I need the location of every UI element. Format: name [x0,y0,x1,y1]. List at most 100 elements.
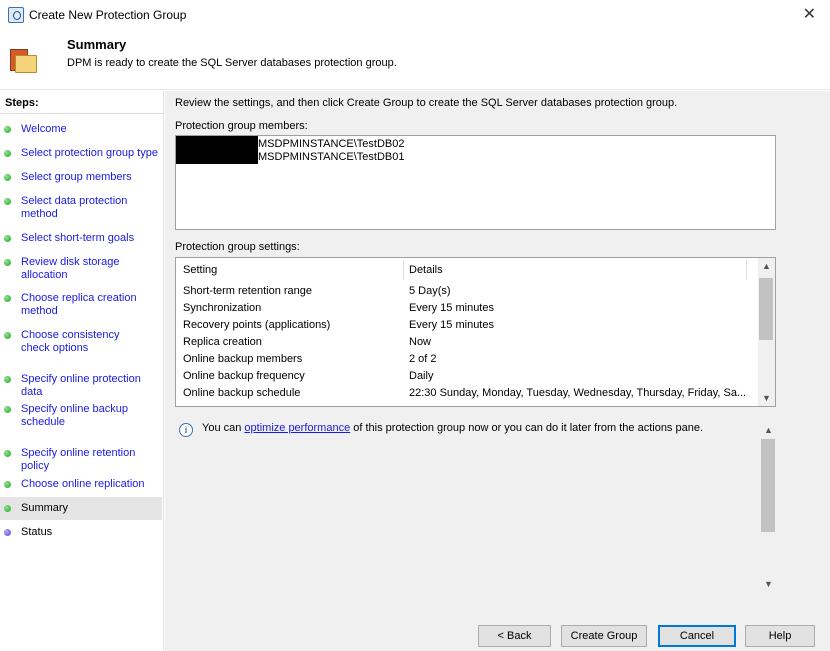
window-title: Create New Protection Group [29,8,187,22]
table-row[interactable]: Online backup members 2 of 2 [176,351,758,368]
table-row[interactable]: Synchronization Every 15 minutes [176,300,758,317]
steps-title: Steps: [5,97,39,109]
step-complete-icon [4,406,11,413]
step-label: Welcome [21,123,67,135]
step-specify-online-retention-policy[interactable]: Specify online retention policy [0,447,164,473]
setting-name: Online backup members [183,353,303,365]
setting-name: Replica creation [183,336,262,348]
main-panel: Review the settings, and then click Crea… [165,91,830,651]
redacted-server-name [176,136,258,164]
step-select-data-protection-method[interactable]: Select data protection method [0,195,140,221]
step-complete-icon [4,235,11,242]
step-specify-online-protection-data[interactable]: Specify online protection data [0,373,164,399]
step-complete-icon [4,376,11,383]
members-label: Protection group members: [175,120,308,132]
step-choose-online-replication[interactable]: Choose online replication [0,478,162,491]
step-label: Summary [21,502,69,514]
step-complete-icon [4,332,11,339]
step-complete-icon [4,126,11,133]
step-select-group-members[interactable]: Select group members [0,171,162,184]
step-complete-icon [4,481,11,488]
cancel-button[interactable]: Cancel [658,625,736,647]
info-text-prefix: You can [202,422,245,434]
step-label: Status [21,526,53,538]
step-label: Specify online backup schedule [21,403,129,428]
info-scrollbar[interactable]: ▲ ▼ [760,425,777,589]
back-button[interactable]: < Back [478,625,551,647]
table-row[interactable]: Online backup frequency Daily [176,368,758,385]
steps-sidebar: Steps: Welcome Select protection group t… [0,91,164,651]
scroll-up-icon[interactable]: ▲ [760,425,777,435]
member-item[interactable]: MSDPMINSTANCE\TestDB01 [258,151,405,163]
setting-details: Now [409,336,432,348]
help-button[interactable]: Help [745,625,815,647]
step-label: Choose online replication [21,478,145,490]
column-header-details[interactable]: Details [409,258,443,282]
setting-details: Every 15 minutes [409,302,494,314]
step-complete-icon [4,198,11,205]
steps-divider [0,113,164,114]
review-instructions: Review the settings, and then click Crea… [175,97,678,109]
step-complete-icon [4,505,11,512]
info-icon: i [179,423,193,437]
setting-details: Daily [409,370,434,382]
optimize-performance-link[interactable]: optimize performance [244,422,350,434]
member-item[interactable]: MSDPMINSTANCE\TestDB02 [258,138,405,150]
scroll-down-icon[interactable]: ▼ [760,579,777,589]
step-choose-consistency-check-options[interactable]: Choose consistency check options [0,329,150,355]
table-row[interactable]: Online backup schedule 22:30 Sunday, Mon… [176,385,758,402]
step-complete-icon [4,450,11,457]
setting-details: 22:30 Sunday, Monday, Tuesday, Wednesday… [409,387,747,399]
create-group-button[interactable]: Create Group [561,625,647,647]
step-label: Select protection group type [21,147,158,159]
setting-details: 2 of 2 [409,353,437,365]
step-select-protection-group-type[interactable]: Select protection group type [0,147,162,160]
column-separator[interactable] [746,260,747,280]
step-label: Choose consistency check options [21,329,120,354]
setting-name: Online backup schedule [183,387,301,399]
step-status[interactable]: Status [0,526,162,539]
info-text-suffix: of this protection group now or you can … [350,422,704,434]
step-label: Specify online protection data [21,373,141,398]
step-label: Review disk storage allocation [21,256,120,281]
step-pending-icon [4,529,11,536]
dpm-app-icon [8,7,24,23]
step-label: Select data protection method [21,195,128,220]
setting-name: Online backup frequency [183,370,305,382]
column-separator[interactable] [403,260,404,280]
settings-label: Protection group settings: [175,241,300,253]
table-row[interactable]: Recovery points (applications) Every 15 … [176,317,758,334]
step-review-disk-storage-allocation[interactable]: Review disk storage allocation [0,256,130,282]
setting-details: 5 Day(s) [409,285,451,297]
step-specify-online-backup-schedule[interactable]: Specify online backup schedule [0,403,130,429]
close-icon[interactable]: ✕ [803,4,816,24]
table-row[interactable]: Replica creation Now [176,334,758,351]
scroll-up-icon[interactable]: ▲ [758,261,775,271]
members-list[interactable]: MSDPMINSTANCE\TestDB02 MSDPMINSTANCE\Tes… [175,135,776,230]
settings-table[interactable]: Setting Details Short-term retention ran… [175,257,776,407]
info-text: You can optimize performance of this pro… [202,422,703,434]
table-row[interactable]: Short-term retention range 5 Day(s) [176,283,758,300]
step-label: Choose replica creation method [21,292,137,317]
page-title: Summary [67,37,127,52]
scroll-thumb[interactable] [759,278,773,340]
step-choose-replica-creation-method[interactable]: Choose replica creation method [0,292,140,318]
step-complete-icon [4,150,11,157]
setting-name: Short-term retention range [183,285,313,297]
page-description: DPM is ready to create the SQL Server da… [67,57,397,69]
step-summary[interactable]: Summary [0,497,162,520]
step-label: Select group members [21,171,132,183]
column-header-setting[interactable]: Setting [183,258,217,282]
step-welcome[interactable]: Welcome [0,123,162,136]
step-complete-icon [4,295,11,302]
scroll-thumb[interactable] [761,439,775,532]
setting-name: Recovery points (applications) [183,319,331,331]
setting-details: Every 15 minutes [409,319,494,331]
scroll-down-icon[interactable]: ▼ [758,393,775,403]
step-label: Specify online retention policy [21,447,136,472]
title-bar: Create New Protection Group ✕ [0,0,830,30]
step-complete-icon [4,174,11,181]
protection-group-folder-icon [10,47,38,75]
step-select-short-term-goals[interactable]: Select short-term goals [0,232,162,245]
settings-scrollbar[interactable]: ▲ ▼ [758,258,775,406]
